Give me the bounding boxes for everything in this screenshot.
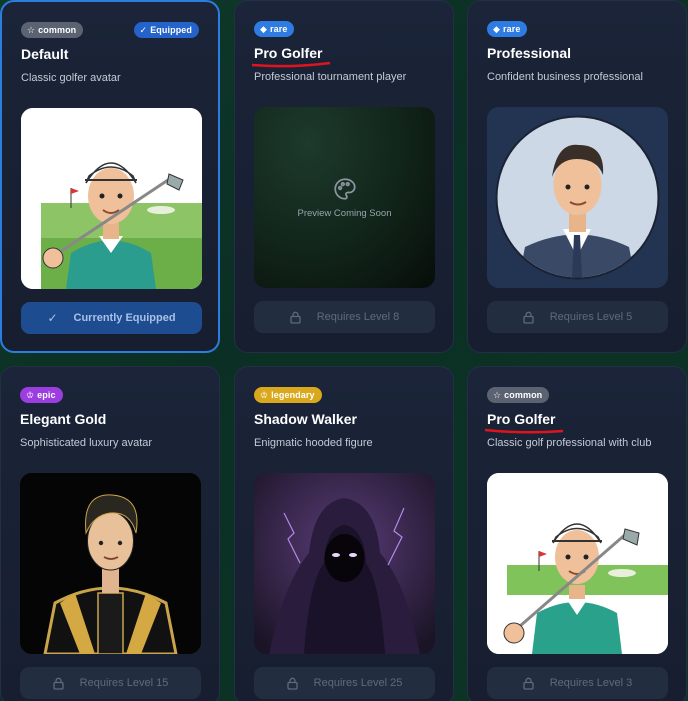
rarity-badge-common: ☆ common (487, 387, 550, 403)
preview-placeholder: Preview Coming Soon (254, 107, 435, 288)
diamond-icon: ◆ (260, 23, 268, 34)
crown-icon: ♔ (260, 389, 269, 400)
card-description: Professional tournament player (254, 71, 407, 83)
card-description: Classic golf professional with club (487, 437, 652, 449)
card-description: Confident business professional (487, 71, 643, 83)
card-description: Classic golfer avatar (21, 72, 121, 84)
avatar-card-shadow-walker[interactable]: ♔ legendary Shadow Walker Enigmatic hood… (234, 366, 454, 701)
lock-icon (523, 311, 534, 324)
requires-level-button[interactable]: Requires Level 3 (487, 667, 668, 699)
rarity-badge-rare: ◆ rare (487, 21, 528, 37)
card-title: Pro Golfer (251, 45, 331, 68)
requires-level-button[interactable]: Requires Level 8 (254, 301, 435, 333)
avatar-card-elegant-gold[interactable]: ♔ epic Elegant Gold Sophisticated luxury… (0, 366, 220, 701)
check-icon: ✓ (139, 24, 148, 35)
card-description: Sophisticated luxury avatar (20, 437, 153, 449)
avatar-image-golfer-club (487, 473, 668, 654)
avatar-card-professional[interactable]: ◆ rare Professional Confident business p… (467, 0, 687, 353)
card-title: Pro Golfer (484, 411, 564, 434)
rarity-badge-common: ☆ common (21, 22, 84, 38)
lock-icon (287, 677, 298, 690)
star-icon: ☆ (27, 24, 36, 35)
rarity-badge-epic: ♔ epic (20, 387, 63, 403)
lock-icon (290, 311, 301, 324)
avatar-image-golfer (21, 108, 202, 289)
red-underline-annotation (251, 62, 331, 68)
requires-level-button[interactable]: Requires Level 15 (20, 667, 201, 699)
avatar-image-gold (20, 473, 201, 654)
card-title: Elegant Gold (20, 411, 107, 427)
card-description: Enigmatic hooded figure (254, 437, 373, 449)
card-title: Professional (487, 45, 572, 61)
equipped-badge: ✓ Equipped (133, 22, 199, 38)
palette-icon (333, 178, 356, 200)
check-icon: ✓ (47, 311, 58, 325)
preview-text: Preview Coming Soon (297, 208, 392, 219)
avatar-card-pro-golfer-common[interactable]: ☆ common Pro Golfer Classic golf profess… (467, 366, 687, 701)
lock-icon (53, 677, 64, 690)
card-title: Default (21, 46, 69, 62)
requires-level-button[interactable]: Requires Level 25 (254, 667, 435, 699)
avatar-card-pro-golfer-rare[interactable]: ◆ rare Pro Golfer Professional tournamen… (234, 0, 454, 353)
red-underline-annotation (484, 428, 564, 434)
lock-icon (523, 677, 534, 690)
rarity-badge-legendary: ♔ legendary (254, 387, 322, 403)
rarity-badge-rare: ◆ rare (254, 21, 295, 37)
avatar-image-hooded (254, 473, 435, 654)
currently-equipped-button[interactable]: ✓ Currently Equipped (21, 302, 202, 334)
star-icon: ☆ (493, 389, 502, 400)
requires-level-button[interactable]: Requires Level 5 (487, 301, 668, 333)
diamond-icon: ◆ (493, 23, 501, 34)
crown-icon: ♔ (26, 389, 35, 400)
card-title: Shadow Walker (254, 411, 357, 427)
avatar-image-businessman (487, 107, 668, 288)
avatar-card-default[interactable]: ☆ common ✓ Equipped Default Classic golf… (0, 0, 220, 353)
